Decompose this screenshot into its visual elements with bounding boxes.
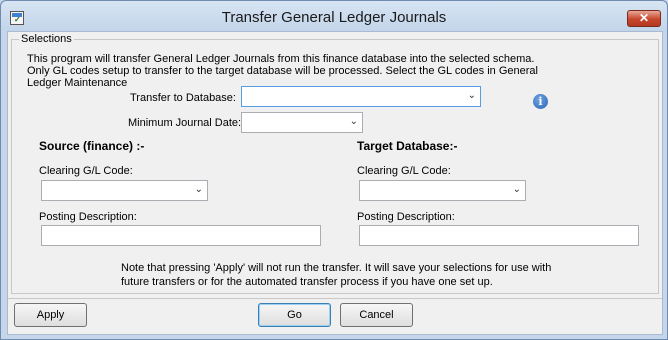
source-posting-label: Posting Description: bbox=[39, 211, 137, 223]
chevron-down-icon[interactable]: ⌄ bbox=[350, 116, 358, 127]
title-bar: ✓ Transfer General Ledger Journals ✕ bbox=[1, 1, 667, 31]
target-posting-description-input[interactable] bbox=[359, 225, 639, 246]
source-clearing-label: Clearing G/L Code: bbox=[39, 165, 133, 177]
selections-group: Selections This program will transfer Ge… bbox=[11, 33, 659, 294]
transfer-to-database-label: Transfer to Database: bbox=[130, 92, 236, 104]
selections-legend: Selections bbox=[19, 33, 74, 45]
source-posting-description-input[interactable] bbox=[41, 225, 321, 246]
go-button[interactable]: Go bbox=[258, 303, 331, 327]
target-heading: Target Database:- bbox=[357, 139, 458, 153]
apply-note: Note that pressing 'Apply' will not run … bbox=[121, 262, 552, 288]
window-title: Transfer General Ledger Journals bbox=[221, 9, 447, 26]
minimum-journal-date-label: Minimum Journal Date: bbox=[128, 117, 242, 129]
target-clearing-label: Clearing G/L Code: bbox=[357, 165, 451, 177]
info-icon[interactable]: i bbox=[533, 94, 548, 109]
transfer-to-database-select[interactable]: ⌄ bbox=[241, 86, 481, 107]
transfer-gl-journals-window: ✓ Transfer General Ledger Journals ✕ Sel… bbox=[0, 0, 668, 340]
minimum-journal-date-picker[interactable]: ⌄ bbox=[241, 112, 363, 133]
chevron-down-icon[interactable]: ⌄ bbox=[513, 184, 521, 195]
chevron-down-icon[interactable]: ⌄ bbox=[468, 90, 476, 101]
target-posting-label: Posting Description: bbox=[357, 211, 455, 223]
close-button[interactable]: ✕ bbox=[627, 10, 661, 27]
description-text: This program will transfer General Ledge… bbox=[27, 53, 538, 89]
close-icon[interactable]: ✕ bbox=[639, 11, 649, 25]
target-clearing-gl-select[interactable]: ⌄ bbox=[359, 180, 526, 201]
cancel-button[interactable]: Cancel bbox=[340, 303, 413, 327]
button-divider bbox=[8, 298, 662, 299]
source-heading: Source (finance) :- bbox=[39, 139, 145, 153]
apply-button[interactable]: Apply bbox=[14, 303, 87, 327]
dialog-body: Selections This program will transfer Ge… bbox=[7, 31, 663, 335]
chevron-down-icon[interactable]: ⌄ bbox=[195, 184, 203, 195]
source-clearing-gl-select[interactable]: ⌄ bbox=[41, 180, 208, 201]
